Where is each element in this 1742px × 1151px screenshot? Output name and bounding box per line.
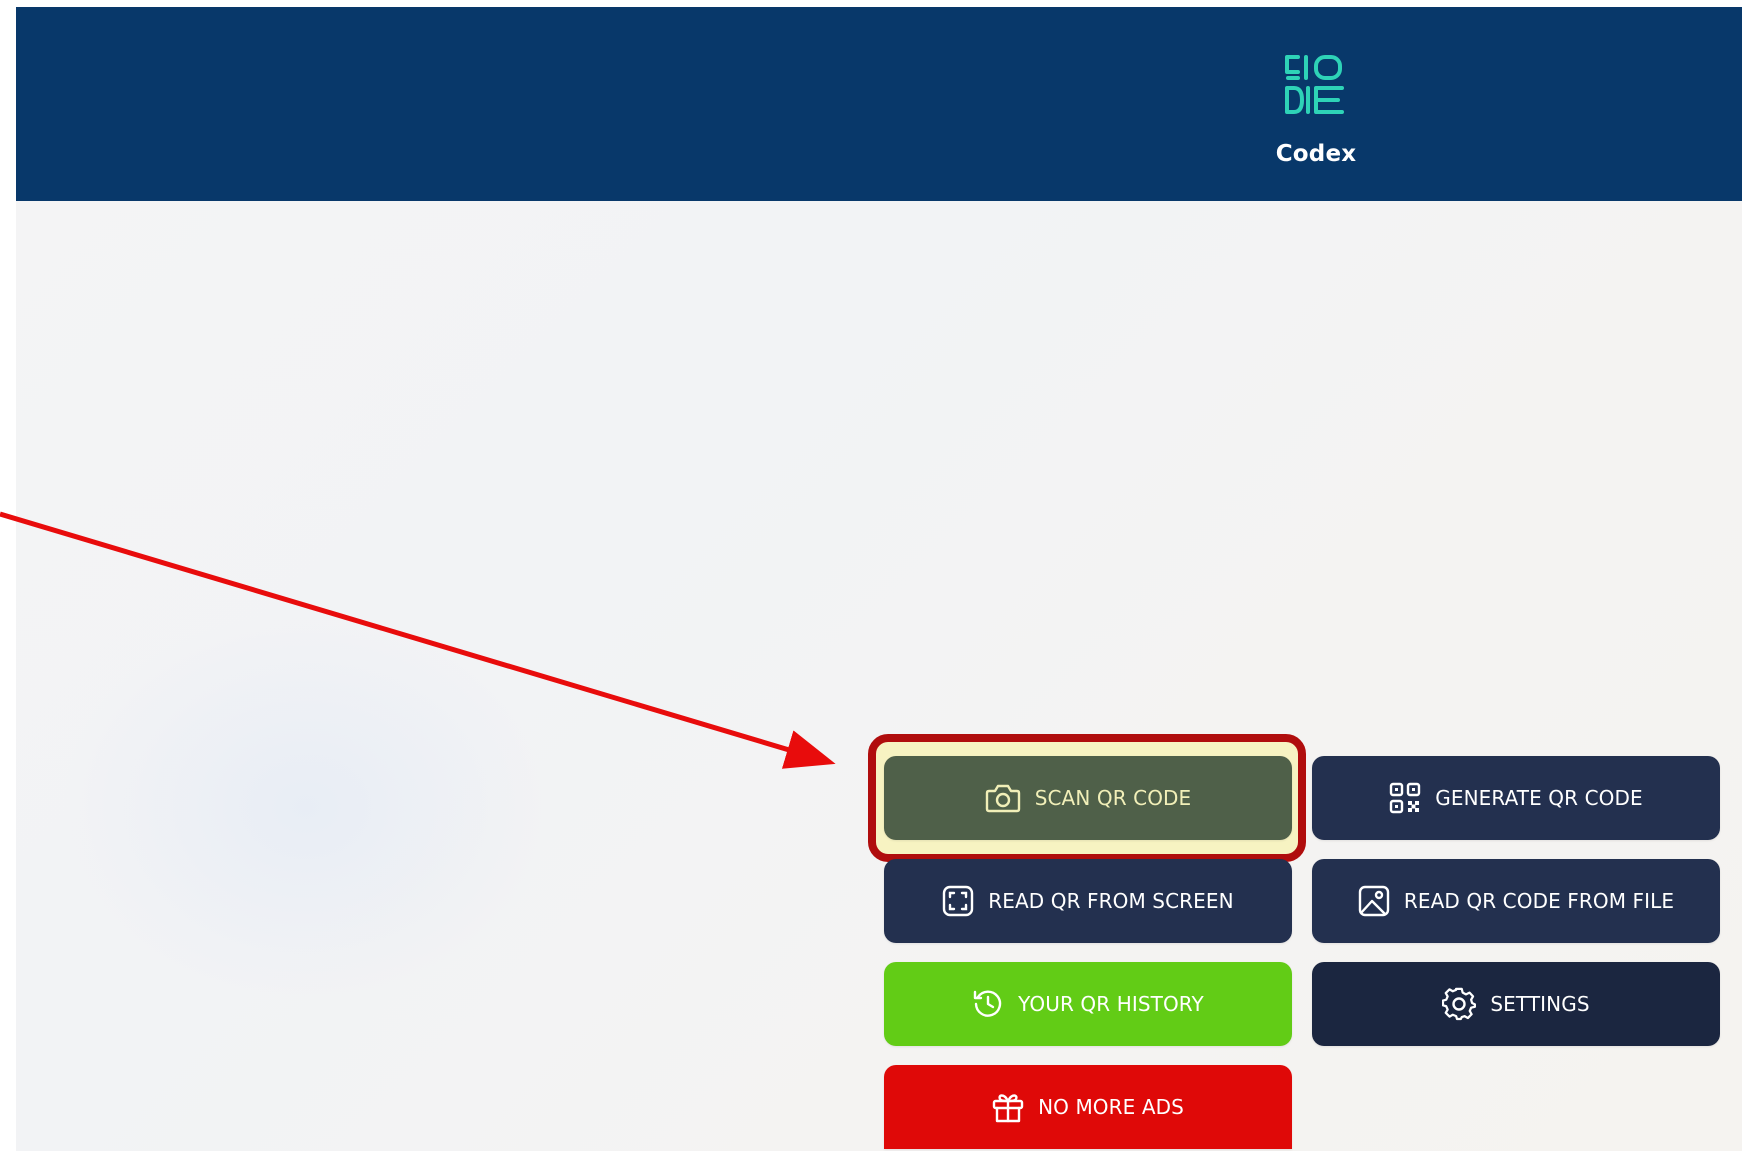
- generate-qr-code-button[interactable]: GENERATE QR CODE: [1312, 756, 1720, 840]
- read-qr-from-screen-button[interactable]: READ QR FROM SCREEN: [884, 859, 1292, 943]
- screenshot: Codex SCAN QR CODE GENERATE QR CODE READ…: [0, 0, 1742, 1151]
- screen-capture-icon: [943, 885, 974, 917]
- settings-label: SETTINGS: [1490, 992, 1590, 1016]
- app-logo: [1285, 55, 1344, 114]
- gear-icon: [1442, 987, 1477, 1021]
- no-more-ads-button[interactable]: NO MORE ADS: [884, 1065, 1292, 1149]
- app-title: Codex: [1275, 141, 1357, 167]
- camera-icon: [985, 784, 1020, 813]
- scan-qr-code-button[interactable]: SCAN QR CODE: [884, 756, 1292, 840]
- read-qr-from-screen-label: READ QR FROM SCREEN: [988, 889, 1234, 913]
- app-header: Codex: [16, 7, 1742, 201]
- generate-qr-code-label: GENERATE QR CODE: [1435, 786, 1643, 810]
- read-qr-code-from-file-label: READ QR CODE FROM FILE: [1403, 889, 1675, 913]
- no-more-ads-label: NO MORE ADS: [1038, 1095, 1184, 1119]
- read-qr-code-from-file-button[interactable]: READ QR CODE FROM FILE: [1312, 859, 1720, 943]
- gift-icon: [992, 1094, 1024, 1123]
- settings-button[interactable]: SETTINGS: [1312, 962, 1720, 1046]
- history-icon: [973, 990, 1002, 1017]
- your-qr-history-label: YOUR QR HISTORY: [1018, 992, 1204, 1016]
- scan-qr-code-label: SCAN QR CODE: [1034, 786, 1192, 810]
- image-file-icon: [1358, 885, 1390, 917]
- qr-code-icon: [1390, 782, 1421, 814]
- your-qr-history-button[interactable]: YOUR QR HISTORY: [884, 962, 1292, 1046]
